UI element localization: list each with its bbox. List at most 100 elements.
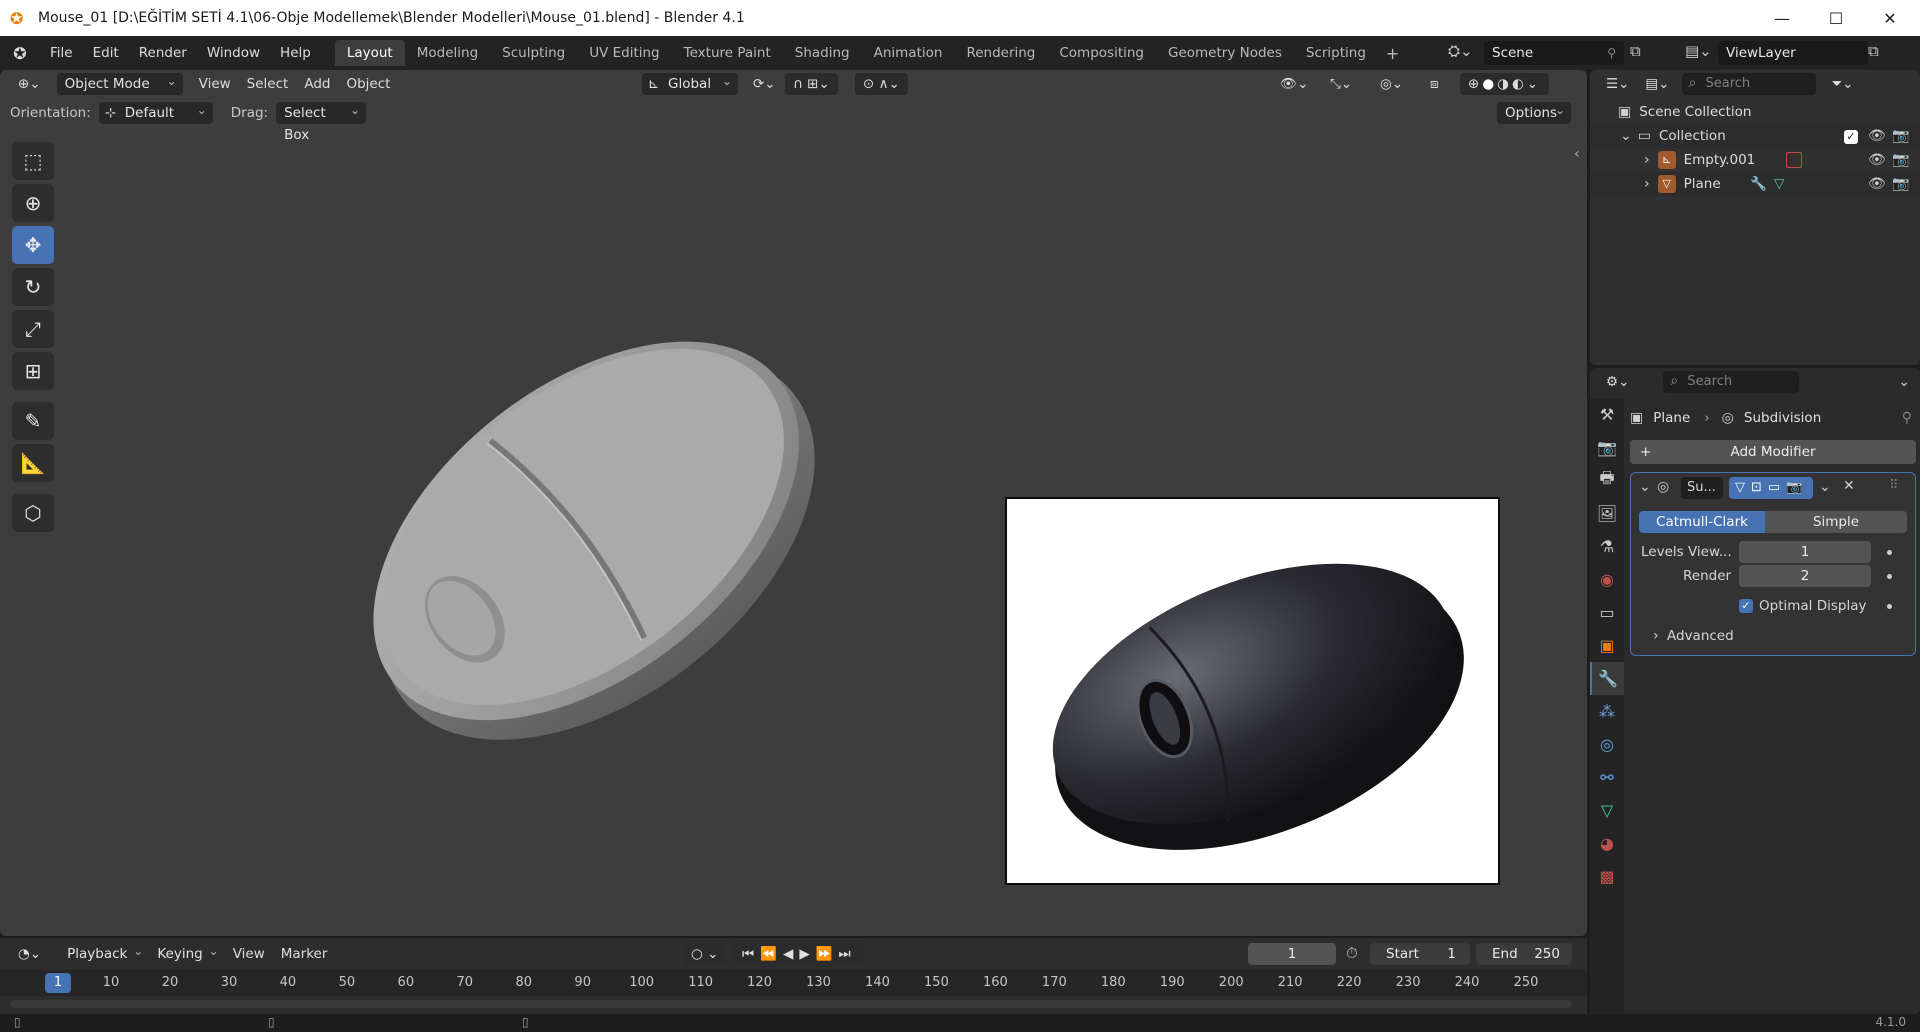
maximize-button[interactable]: ☐ — [1809, 0, 1863, 36]
tab-modeling[interactable]: Modeling — [405, 40, 490, 66]
new-view-layer-icon[interactable]: ⧉ — [1868, 42, 1879, 60]
catmull-clark-button[interactable]: Catmull-Clark — [1639, 511, 1765, 533]
end-frame-field[interactable]: End 250 — [1476, 943, 1572, 965]
properties-editor-type-icon[interactable]: ⚙⌄ — [1598, 371, 1637, 393]
measure-tool-icon[interactable]: 📐 — [12, 444, 54, 482]
render-levels-field[interactable]: 2 — [1739, 565, 1871, 587]
collection-checkbox[interactable]: ✓ — [1844, 128, 1858, 144]
pin-properties-icon[interactable]: ⚲ — [1902, 410, 1912, 426]
scene-selector[interactable]: Scene ⚲ — [1484, 41, 1624, 65]
transform-tool-icon[interactable]: ⊞ — [12, 352, 54, 390]
tab-sculpting[interactable]: Sculpting — [490, 40, 577, 66]
timeline-frame-10[interactable]: 10 — [103, 975, 120, 990]
minimize-button[interactable]: — — [1755, 0, 1809, 36]
current-frame-field[interactable]: 1 — [1248, 943, 1336, 965]
timeline-frame-250[interactable]: 250 — [1514, 975, 1539, 990]
outliner-search-input[interactable]: Search — [1681, 72, 1816, 95]
timeline-frame-100[interactable]: 100 — [629, 975, 654, 990]
collection-expand-icon[interactable]: ⌄ — [1620, 128, 1632, 144]
tab-shading[interactable]: Shading — [783, 40, 862, 66]
timeline-frame-180[interactable]: 180 — [1101, 975, 1126, 990]
timeline-frame-110[interactable]: 110 — [688, 975, 713, 990]
modifier-name-field[interactable]: Su... — [1681, 477, 1723, 499]
timeline-frame-200[interactable]: 200 — [1219, 975, 1244, 990]
tool-tab-icon[interactable]: ⚒ — [1590, 398, 1624, 431]
shading-mode-buttons[interactable]: ⊕●◑◐⌄ — [1460, 73, 1549, 95]
menu-select[interactable]: Select — [239, 73, 297, 95]
advanced-subpanel[interactable]: › Advanced — [1631, 625, 1915, 647]
menu-object[interactable]: Object — [338, 73, 398, 95]
menu-view[interactable]: View — [191, 73, 239, 95]
empty-image-icon[interactable] — [1786, 152, 1802, 168]
timeline-frame-240[interactable]: 240 — [1455, 975, 1480, 990]
modifier-wrench-icon[interactable]: 🔧 — [1750, 176, 1767, 192]
cursor-tool-icon[interactable]: ⊕ — [12, 184, 54, 222]
timeline-frame-50[interactable]: 50 — [339, 975, 356, 990]
constraints-tab-icon[interactable]: ⚯ — [1590, 761, 1624, 794]
scene-icon[interactable]: ⛭⌄ — [1448, 42, 1473, 60]
annotate-tool-icon[interactable]: ✎ — [12, 402, 54, 440]
snap-icon[interactable]: ∩ ⊞⌄ — [785, 73, 838, 95]
add-modifier-button[interactable]: + Add Modifier — [1630, 440, 1916, 464]
modifier-display-toggles[interactable]: ▽⊡▭📷 — [1729, 477, 1813, 499]
display-mode-icon[interactable]: ▤⌄ — [1637, 73, 1677, 95]
3d-viewport[interactable]: ⊕⌄ Object Mode View Select Add Object ⊾ G… — [0, 70, 1587, 936]
levels-keyframe-icon[interactable] — [1887, 550, 1892, 555]
physics-tab-icon[interactable]: ◎ — [1590, 728, 1624, 761]
outliner-editor-type-icon[interactable]: ☰⌄ — [1598, 73, 1637, 95]
plane-render-icon[interactable]: 📷 — [1892, 176, 1909, 192]
remove-modifier-icon[interactable]: ✕ — [1843, 478, 1855, 494]
timeline-frame-20[interactable]: 20 — [162, 975, 179, 990]
filter-icon[interactable]: ⏷⌄ — [1824, 73, 1862, 95]
output-tab-icon[interactable]: 🖶 — [1590, 464, 1624, 497]
outliner-row-scene-collection[interactable]: ▣ Scene Collection — [1590, 100, 1920, 124]
render-keyframe-icon[interactable] — [1887, 574, 1892, 579]
timeline-frame-1[interactable]: 1 — [45, 973, 71, 993]
tab-rendering[interactable]: Rendering — [954, 40, 1047, 66]
empty-visibility-icon[interactable]: 👁 — [1868, 152, 1886, 168]
marker-menu[interactable]: Marker — [273, 943, 336, 965]
view-layer-tab-icon[interactable]: 🖼 — [1590, 497, 1624, 530]
auto-key-icon[interactable]: ○ ⌄ — [683, 943, 727, 965]
timeline-frame-220[interactable]: 220 — [1337, 975, 1362, 990]
sidebar-collapse-icon[interactable]: ‹ — [1574, 146, 1580, 162]
mode-dropdown[interactable]: Object Mode — [56, 70, 183, 95]
material-tab-icon[interactable]: ◕ — [1590, 827, 1624, 860]
playback-controls[interactable]: ⏮⏪◀▶⏩⏭ — [734, 943, 865, 965]
texture-tab-icon[interactable]: ▩ — [1590, 860, 1624, 893]
collection-tab-icon[interactable]: ▭ — [1590, 596, 1624, 629]
tab-compositing[interactable]: Compositing — [1047, 40, 1156, 66]
timeline-frame-140[interactable]: 140 — [865, 975, 890, 990]
move-tool-icon[interactable]: ✥ — [12, 226, 54, 264]
timeline-editor-type-icon[interactable]: ◔⌄ — [10, 943, 49, 965]
gizmo-icon[interactable]: ⤡⌄ — [1322, 73, 1360, 95]
timeline-frame-150[interactable]: 150 — [924, 975, 949, 990]
collection-visibility-icon[interactable]: 👁 — [1868, 128, 1886, 144]
properties-options-icon[interactable]: ⌄ — [1898, 374, 1910, 390]
timeline-frame-60[interactable]: 60 — [398, 975, 415, 990]
orientation-dropdown[interactable]: ⊹ Default — [98, 99, 213, 124]
add-workspace-button[interactable]: + — [1378, 44, 1407, 63]
menu-render[interactable]: Render — [129, 45, 197, 61]
mesh-data-icon[interactable]: ▽ — [1774, 176, 1784, 192]
scene-tab-icon[interactable]: ⚗ — [1590, 530, 1624, 563]
drag-dropdown[interactable]: Select Box — [276, 99, 367, 143]
collection-render-icon[interactable]: 📷 — [1892, 128, 1909, 144]
timeline-frame-170[interactable]: 170 — [1042, 975, 1067, 990]
editor-type-icon[interactable]: ⊕⌄ — [10, 73, 49, 95]
optimal-display-checkbox[interactable]: ✓ — [1739, 599, 1753, 613]
blender-logo-icon[interactable]: ✪ — [0, 44, 40, 63]
plane-expand-icon[interactable]: › — [1644, 176, 1650, 192]
rotate-tool-icon[interactable]: ↻ — [12, 268, 54, 306]
particles-tab-icon[interactable]: ⁂ — [1590, 695, 1624, 728]
xray-icon[interactable]: ⧈ — [1422, 73, 1447, 95]
drag-handle-icon[interactable]: ⠿ — [1889, 478, 1899, 493]
tab-scripting[interactable]: Scripting — [1294, 40, 1378, 66]
menu-help[interactable]: Help — [270, 45, 321, 61]
modifier-collapse-icon[interactable]: ⌄ — [1639, 479, 1651, 495]
timeline-scrollbar[interactable] — [10, 1000, 1572, 1008]
scale-tool-icon[interactable]: ⤢ — [12, 310, 54, 348]
timeline-frame-210[interactable]: 210 — [1278, 975, 1303, 990]
empty-render-icon[interactable]: 📷 — [1892, 152, 1909, 168]
proportional-edit-icon[interactable]: ⊙ ∧⌄ — [855, 73, 908, 95]
